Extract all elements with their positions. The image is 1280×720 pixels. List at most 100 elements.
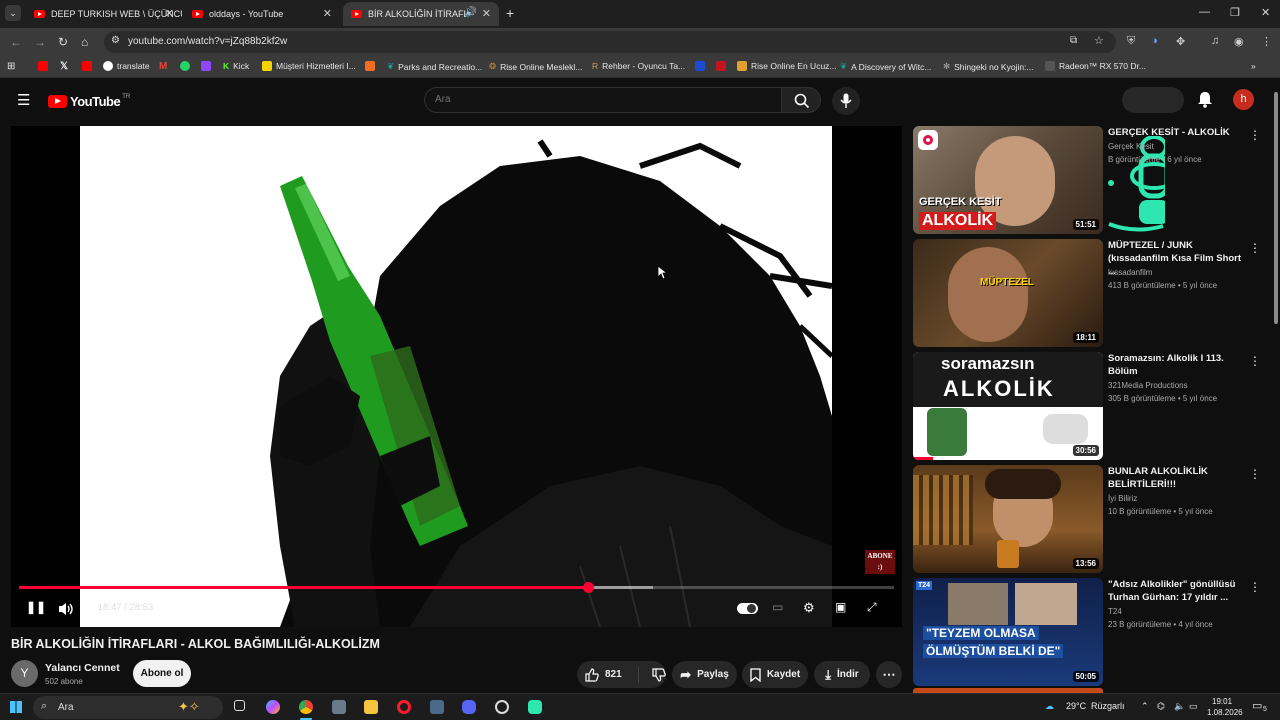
recommended-title[interactable]: GERÇEK KESİT - ALKOLİK [1108,126,1243,139]
recommended-video-card[interactable]: soramazsın ALKOLİK 30:56 Soramazsın: Alk… [913,352,1273,462]
forward-icon[interactable]: → [34,35,46,49]
more-bookmarks-icon[interactable]: » [1251,61,1256,71]
site-info-icon[interactable]: ⚙ [111,35,120,46]
profile-icon[interactable]: ◉ [1234,35,1244,48]
chrome-icon[interactable] [299,700,313,714]
file-explorer-icon[interactable] [364,700,378,714]
subscribe-button[interactable]: Abone ol [133,660,191,687]
video-thumbnail[interactable]: 13:56 [913,465,1103,573]
bookmark-parks[interactable]: ❦ Parks and Recreatio... [387,61,482,72]
calculator-icon[interactable] [430,700,444,714]
browser-tab-active[interactable]: BİR ALKOLİĞİN İTİRAFLARI 🔊 ✕ [343,2,499,26]
weather-condition[interactable]: Rüzgarlı [1091,701,1125,711]
volume-icon[interactable] [58,602,75,616]
menu-kebab-icon[interactable]: ⋮ [1261,35,1272,48]
recommended-video-card[interactable]: GERÇEK KESİT ALKOLİK 51:51 GERÇEK KESİT … [913,126,1273,236]
app-icon-2[interactable] [495,700,509,714]
reload-icon[interactable]: ↻ [58,35,68,49]
video-thumbnail[interactable]: GERÇEK KESİT ALKOLİK 51:51 [913,126,1103,234]
channel-avatar[interactable]: Y [11,660,38,687]
like-button[interactable]: 821 [585,667,622,682]
tab-search-icon[interactable]: ⌄ [5,5,21,21]
more-options-icon[interactable]: ⋮ [1249,354,1261,368]
youtube-logo[interactable]: YouTube TR [48,93,130,109]
bookmark-rise-meslek[interactable]: ❂ Rise Online Meslekl... [489,61,582,72]
restore-icon[interactable]: ❐ [1230,6,1240,19]
bookmark-musteri[interactable]: Müşteri Hizmetleri I... [262,61,356,71]
translate-ext-icon[interactable]: ◑ [1151,35,1158,47]
battery-icon[interactable]: ▭ [1189,701,1198,712]
subscribe-watermark-badge[interactable]: ABONE :) [865,550,895,574]
save-button[interactable]: Kaydet [742,661,808,688]
more-options-icon[interactable]: ⋮ [1249,241,1261,255]
apps-grid-icon[interactable]: ⊞ [7,61,15,72]
page-scrollbar[interactable] [1272,78,1280,693]
dislike-button[interactable] [652,667,666,682]
address-bar[interactable]: ⚙ youtube.com/watch?v=jZq88b2kf2w ⧉ ☆ [104,31,1116,53]
notifications-bell-icon[interactable] [1197,91,1213,108]
recommended-video-card[interactable]: 13:56 BUNLAR ALKOLİKLİK BELİRTİLERİ!!! İ… [913,465,1273,575]
network-icon[interactable]: ⌬ [1157,701,1165,712]
weather-temperature[interactable]: 29°C [1066,701,1086,711]
bookmark-discovery[interactable]: ❦ A Discovery of Witc... [840,61,931,72]
discord-icon[interactable] [462,700,476,714]
progress-bar[interactable] [19,582,894,593]
create-button[interactable] [1122,87,1184,113]
bookmark-rise-ucuz[interactable]: Rise Online En Ucuz... [737,61,837,71]
close-tab-icon[interactable]: ✕ [165,7,174,20]
channel-name[interactable]: Yalancı Cennet [45,662,120,674]
video-thumbnail[interactable]: T24 "TEYZEM OLMASA ÖLMÜŞTÜM BELKİ DE" 50… [913,578,1103,686]
bookmark-red[interactable] [716,61,730,71]
scrubber-handle[interactable] [582,582,594,593]
bookmark-kick[interactable]: K Kick [223,61,249,71]
more-options-icon[interactable]: ⋮ [1249,467,1261,481]
recommended-video-card[interactable]: T24 "TEYZEM OLMASA ÖLMÜŞTÜM BELKİ DE" 50… [913,578,1273,688]
recommended-title[interactable]: BUNLAR ALKOLİKLİK BELİRTİLERİ!!! [1108,465,1243,491]
notification-center-icon[interactable]: ▭ [1252,699,1262,712]
bookmark-k[interactable] [365,61,379,71]
app-icon[interactable] [332,700,346,714]
show-hidden-icons[interactable]: ⌃ [1141,701,1149,712]
share-button[interactable]: ➦ Paylaş [672,661,737,688]
bookmark-youtube[interactable] [38,61,52,71]
settings-gear-icon[interactable]: ⚙ [803,600,815,616]
new-tab-button[interactable]: + [506,5,514,21]
bookmark-star-icon[interactable]: ☆ [1094,34,1104,47]
browser-tab-2[interactable]: olddays - YouTube ✕ [184,2,340,26]
video-thumbnail[interactable]: MÜPTEZEL 18:11 [913,239,1103,347]
fullscreen-icon[interactable]: ⤢ [867,600,877,615]
media-control-icon[interactable]: ♫ [1211,35,1219,47]
recommended-channel[interactable]: 321Media Productions [1108,381,1188,390]
more-actions-button[interactable]: ⋯ [876,661,902,688]
voice-search-button[interactable] [832,87,860,115]
bookmark-x[interactable]: 𝕏 [60,61,68,72]
close-tab-icon[interactable]: ✕ [482,7,491,20]
recommended-channel[interactable]: Gerçek Kesit [1108,142,1154,151]
autoplay-toggle[interactable] [737,603,758,614]
user-avatar[interactable]: h [1233,89,1254,110]
bookmark-shingeki[interactable]: ✻ Shingeki no Kyojin:... [943,61,1034,72]
audio-playing-icon[interactable]: 🔊 [465,7,477,18]
more-options-icon[interactable]: ⋮ [1249,580,1261,594]
home-icon[interactable]: ⌂ [81,35,88,49]
speaker-icon[interactable]: 🔈 [1174,701,1185,712]
extensions-icon[interactable]: ✥ [1176,35,1185,48]
app-icon-3[interactable] [528,700,542,714]
bookmark-whatsapp[interactable] [180,61,194,71]
bookmark-rehber[interactable]: R Rehber - Oyuncu Ta... [592,61,685,71]
bookmark-twitch[interactable] [201,61,215,71]
download-button[interactable]: ⤓ İndir [814,661,870,688]
bookmark-radeon[interactable]: Radeon™ RX 570 Dr... [1045,61,1146,71]
windows-start-icon[interactable] [10,701,22,713]
search-button[interactable] [781,87,821,113]
close-tab-icon[interactable]: ✕ [323,7,332,20]
bookmark-gmail[interactable]: M [159,61,167,72]
recommended-channel[interactable]: İyi Biliriz [1108,494,1137,503]
video-thumbnail[interactable]: soramazsın ALKOLİK 30:56 [913,352,1103,460]
copilot-icon[interactable] [266,700,280,714]
video-frame[interactable] [80,126,832,627]
theater-mode-icon[interactable]: ▣ [835,600,846,614]
bookmark-youtube-2[interactable] [82,61,96,71]
pause-icon[interactable]: ❚❚ [26,600,46,614]
shield-icon[interactable]: ⛨ [1127,35,1135,48]
